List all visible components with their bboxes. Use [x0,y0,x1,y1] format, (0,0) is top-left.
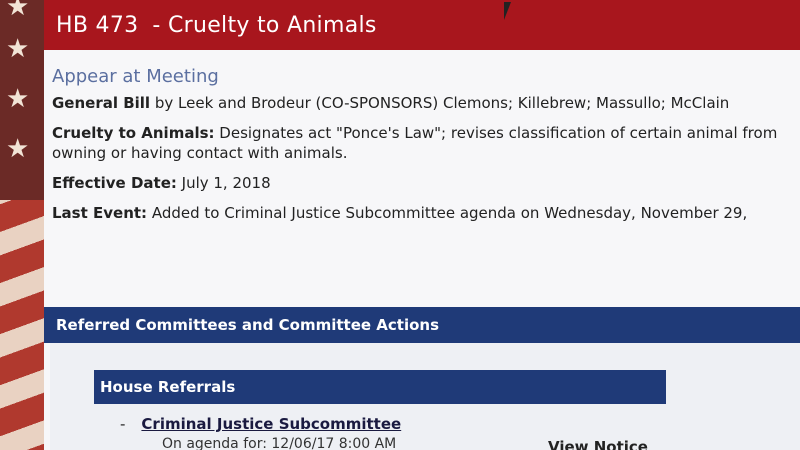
effective-date-line: Effective Date: July 1, 2018 [52,173,800,193]
agenda-text: On agenda for: 12/06/17 8:00 AM [162,436,397,450]
committee-item: - Criminal Justice Subcommittee [120,415,401,433]
list-dash: - [120,415,126,433]
general-bill-line: General Bill by Leek and Brodeur (CO-SPO… [52,93,800,113]
last-event-text: Added to Criminal Justice Subcommittee a… [147,204,748,222]
general-bill-label: General Bill [52,94,151,112]
bill-number: HB 473 [56,12,139,38]
effective-date-label: Effective Date: [52,174,177,192]
last-event-label: Last Event: [52,204,148,222]
bill-title-bar: HB 473 - Cruelty to Animals [44,0,800,50]
star-icon: ★ [6,34,30,64]
effective-date-value: July 1, 2018 [176,174,271,192]
cruelty-label: Cruelty to Animals: [52,124,215,142]
committees-section-header: Referred Committees and Committee Action… [44,307,800,343]
star-icon: ★ [6,0,30,22]
star-icon: ★ [6,134,30,164]
referrals-panel: House Referrals - Criminal Justice Subcom… [50,343,800,450]
bill-title: - Cruelty to Animals [152,12,377,38]
flag-star-field: ★ ★ ★ ★ [0,0,46,200]
general-bill-text: by Leek and Brodeur (CO-SPONSORS) Clemon… [150,94,730,112]
cruelty-line: Cruelty to Animals: Designates act "Ponc… [52,123,800,163]
last-event-line: Last Event: Added to Criminal Justice Su… [52,203,800,223]
bill-summary: Appear at Meeting General Bill by Leek a… [44,50,800,223]
star-icon: ★ [6,84,30,114]
view-notice-link[interactable]: View Notice [548,438,648,450]
bill-page: HB 473 - Cruelty to Animals Appear at Me… [44,0,800,450]
mouse-pointer-icon [504,2,511,20]
flag-background: ★ ★ ★ ★ [0,0,46,450]
house-referrals-header: House Referrals [94,370,666,404]
committee-link[interactable]: Criminal Justice Subcommittee [141,415,401,433]
appear-at-meeting-link[interactable]: Appear at Meeting [52,66,800,87]
